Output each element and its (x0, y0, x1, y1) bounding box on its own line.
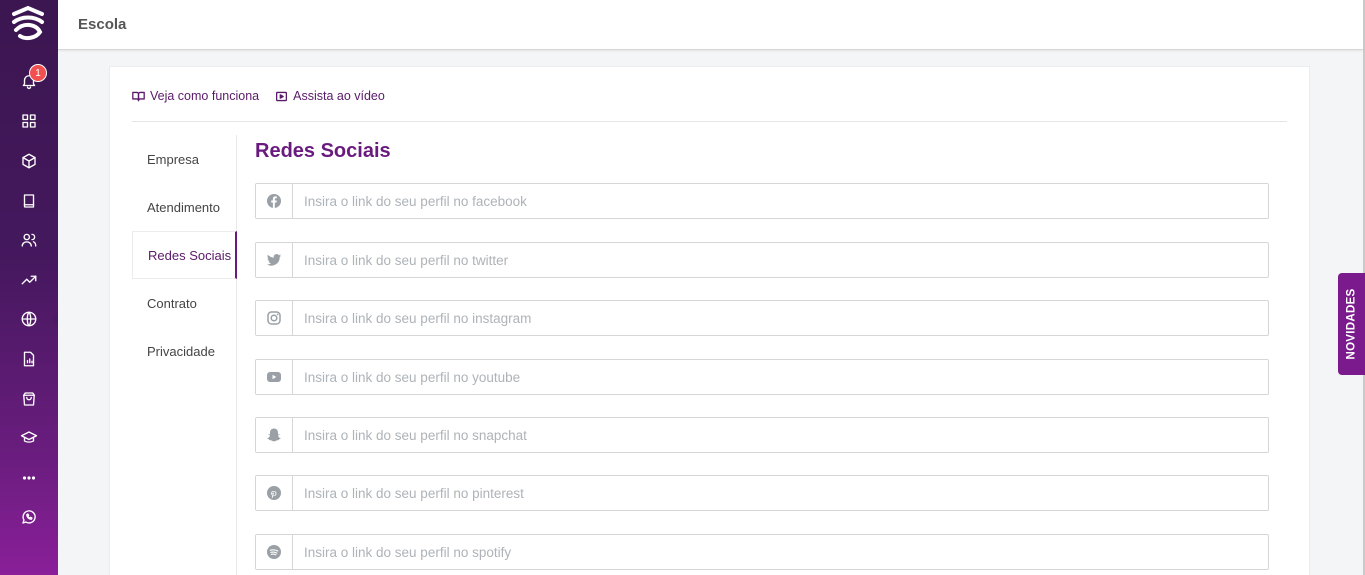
help-links: Veja como funciona Assista ao vídeo (132, 89, 385, 103)
watch-video-label: Assista ao vídeo (293, 89, 385, 103)
tab-privacidade[interactable]: Privacidade (132, 327, 237, 375)
facebook-icon (256, 184, 293, 218)
snapchat-field (255, 417, 1269, 453)
divider (132, 121, 1287, 122)
twitter-icon (256, 243, 293, 277)
instagram-field (255, 300, 1269, 336)
youtube-input[interactable] (293, 360, 1268, 394)
novidades-label: NOVIDADES (1345, 288, 1358, 360)
tab-redes-sociais[interactable]: Redes Sociais (132, 231, 237, 279)
active-indicator (52, 312, 58, 326)
watch-video-link[interactable]: Assista ao vídeo (275, 89, 385, 103)
tab-atendimento[interactable]: Atendimento (132, 183, 237, 231)
youtube-field (255, 359, 1269, 395)
pinterest-input[interactable] (293, 476, 1268, 510)
facebook-input[interactable] (293, 184, 1268, 218)
instagram-input[interactable] (293, 301, 1268, 335)
logo-icon[interactable] (8, 4, 48, 44)
snapchat-input[interactable] (293, 418, 1268, 452)
twitter-field (255, 242, 1269, 278)
globe-icon[interactable] (17, 307, 41, 331)
settings-tabs: Empresa Atendimento Redes Sociais Contra… (132, 135, 237, 575)
report-icon[interactable] (17, 347, 41, 371)
graduation-cap-icon[interactable] (17, 426, 41, 450)
facebook-field (255, 183, 1269, 219)
shopping-bag-icon[interactable] (17, 387, 41, 411)
youtube-icon (256, 360, 293, 394)
snapchat-icon (256, 418, 293, 452)
box-icon[interactable] (17, 149, 41, 173)
settings-card: Veja como funciona Assista ao vídeo Empr… (109, 66, 1310, 575)
notification-badge: 1 (29, 64, 47, 82)
sidebar: 1 (0, 0, 58, 575)
pinterest-icon (256, 476, 293, 510)
trending-up-icon[interactable] (17, 268, 41, 292)
novidades-tab[interactable]: NOVIDADES (1338, 273, 1365, 375)
grid-icon[interactable] (17, 109, 41, 133)
pinterest-field (255, 475, 1269, 511)
spotify-field (255, 534, 1269, 570)
twitter-input[interactable] (293, 243, 1268, 277)
how-it-works-link[interactable]: Veja como funciona (132, 89, 259, 103)
users-icon[interactable] (17, 228, 41, 252)
more-icon[interactable] (17, 466, 41, 490)
instagram-icon (256, 301, 293, 335)
top-header: Escola (58, 0, 1363, 50)
play-video-icon (276, 91, 288, 101)
whatsapp-icon[interactable] (17, 505, 41, 529)
open-book-icon (132, 91, 145, 101)
book-icon[interactable] (17, 189, 41, 213)
section-title: Redes Sociais (255, 140, 391, 162)
tab-contrato[interactable]: Contrato (132, 279, 237, 327)
how-it-works-label: Veja como funciona (150, 89, 260, 103)
tab-empresa[interactable]: Empresa (132, 135, 237, 183)
spotify-icon (256, 535, 293, 569)
spotify-input[interactable] (293, 535, 1268, 569)
page-title: Escola (78, 16, 127, 33)
